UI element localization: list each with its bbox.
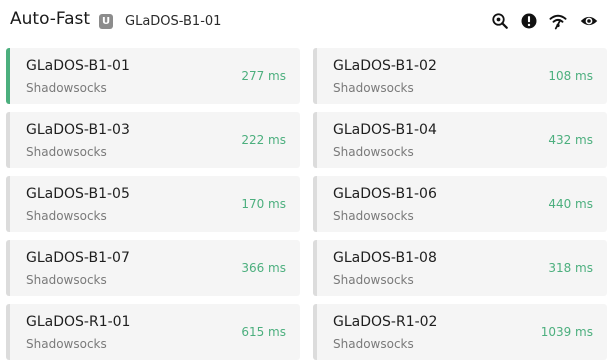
proxy-protocol: Shadowsocks xyxy=(333,273,414,287)
proxy-delay[interactable]: 366 ms xyxy=(241,261,286,275)
wifi-icon[interactable] xyxy=(549,12,567,30)
group-name[interactable]: Auto-Fast xyxy=(10,9,90,29)
proxy-delay[interactable]: 170 ms xyxy=(241,197,286,211)
proxy-card[interactable]: GLaDOS-B1-05 Shadowsocks 170 ms xyxy=(6,176,300,232)
proxy-delay[interactable]: 440 ms xyxy=(548,197,593,211)
proxy-card[interactable]: GLaDOS-B1-08 Shadowsocks 318 ms xyxy=(313,240,607,296)
proxy-name: GLaDOS-B1-02 xyxy=(333,58,437,74)
proxy-delay[interactable]: 277 ms xyxy=(241,69,286,83)
proxy-protocol: Shadowsocks xyxy=(26,81,107,95)
proxy-name: GLaDOS-B1-07 xyxy=(26,250,130,266)
proxy-card[interactable]: GLaDOS-B1-03 Shadowsocks 222 ms xyxy=(6,112,300,168)
proxy-card[interactable]: GLaDOS-B1-06 Shadowsocks 440 ms xyxy=(313,176,607,232)
proxy-delay[interactable]: 108 ms xyxy=(548,69,593,83)
proxy-protocol: Shadowsocks xyxy=(333,337,414,351)
proxy-delay[interactable]: 222 ms xyxy=(241,133,286,147)
group-type-badge: U xyxy=(99,14,113,29)
proxy-card[interactable]: GLaDOS-B1-01 Shadowsocks 277 ms xyxy=(6,48,300,104)
proxy-protocol: Shadowsocks xyxy=(333,145,414,159)
proxy-protocol: Shadowsocks xyxy=(26,337,107,351)
proxy-card[interactable]: GLaDOS-B1-02 Shadowsocks 108 ms xyxy=(313,48,607,104)
proxy-protocol: Shadowsocks xyxy=(26,145,107,159)
group-header: Auto-Fast U GLaDOS-B1-01 xyxy=(0,0,612,44)
proxy-card[interactable]: GLaDOS-R1-02 Shadowsocks 1039 ms xyxy=(313,304,607,360)
proxy-protocol: Shadowsocks xyxy=(26,209,107,223)
proxy-protocol: Shadowsocks xyxy=(26,273,107,287)
proxy-name: GLaDOS-R1-01 xyxy=(26,314,131,330)
proxy-delay[interactable]: 432 ms xyxy=(548,133,593,147)
proxy-name: GLaDOS-B1-03 xyxy=(26,122,130,138)
proxy-protocol: Shadowsocks xyxy=(333,209,414,223)
proxy-card[interactable]: GLaDOS-R1-01 Shadowsocks 615 ms xyxy=(6,304,300,360)
proxy-name: GLaDOS-B1-04 xyxy=(333,122,437,138)
proxy-delay[interactable]: 1039 ms xyxy=(541,325,593,339)
proxy-card[interactable]: GLaDOS-B1-04 Shadowsocks 432 ms xyxy=(313,112,607,168)
proxy-delay[interactable]: 318 ms xyxy=(548,261,593,275)
proxy-protocol: Shadowsocks xyxy=(333,81,414,95)
proxy-name: GLaDOS-B1-01 xyxy=(26,58,130,74)
proxy-name: GLaDOS-B1-08 xyxy=(333,250,437,266)
alert-icon[interactable] xyxy=(520,12,538,30)
proxy-name: GLaDOS-B1-05 xyxy=(26,186,130,202)
selected-proxy-name: GLaDOS-B1-01 xyxy=(125,14,222,29)
location-search-icon[interactable] xyxy=(491,12,509,30)
proxy-name: GLaDOS-B1-06 xyxy=(333,186,437,202)
proxy-name: GLaDOS-R1-02 xyxy=(333,314,438,330)
proxy-delay[interactable]: 615 ms xyxy=(241,325,286,339)
eye-icon[interactable] xyxy=(580,12,598,30)
proxy-card[interactable]: GLaDOS-B1-07 Shadowsocks 366 ms xyxy=(6,240,300,296)
